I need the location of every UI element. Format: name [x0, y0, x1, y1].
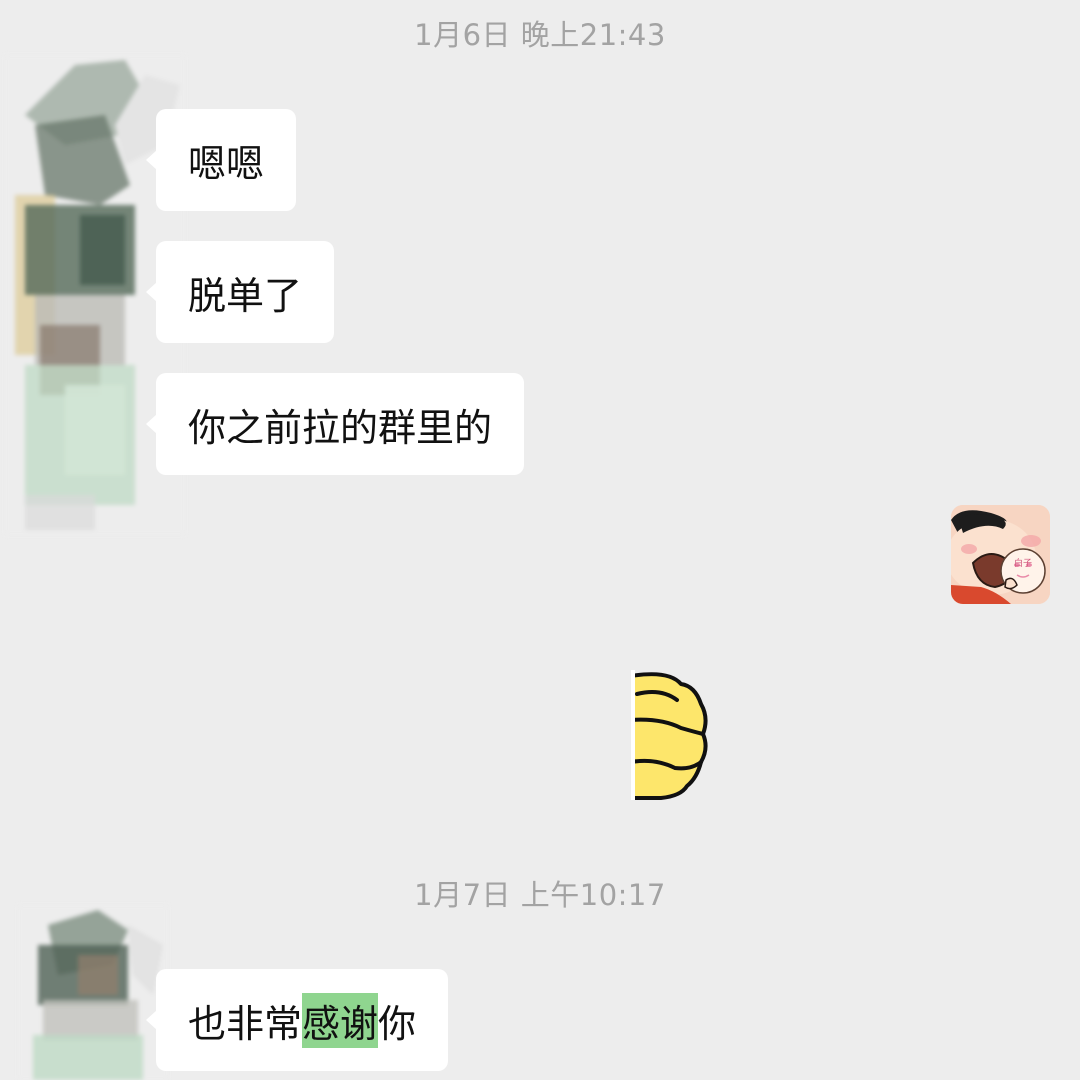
timestamp: 1月6日 晚上21:43	[414, 18, 666, 52]
message-text: 脱单了	[188, 273, 303, 318]
sticker-text: 白子	[1014, 559, 1033, 569]
message-bubble-received[interactable]: 嗯嗯	[145, 109, 297, 211]
message-bubble-received[interactable]: 脱单了	[145, 241, 335, 343]
yellow-thumb-sticker[interactable]	[631, 670, 709, 800]
message-text: 也非常	[188, 1001, 303, 1046]
search-highlight: 感谢	[302, 992, 379, 1048]
message-bubble-received[interactable]: 你之前拉的群里的	[145, 373, 525, 475]
message-bubble-received[interactable]: 也非常 感谢你	[145, 969, 449, 1071]
message-text: 你之前拉的群里的	[188, 405, 493, 450]
cartoon-boy-hugging-baby-sticker[interactable]: 白子	[951, 505, 1050, 604]
message-text: 嗯嗯	[188, 141, 265, 186]
contact-avatar[interactable]	[18, 905, 168, 1080]
message-text: 你	[378, 1001, 417, 1046]
